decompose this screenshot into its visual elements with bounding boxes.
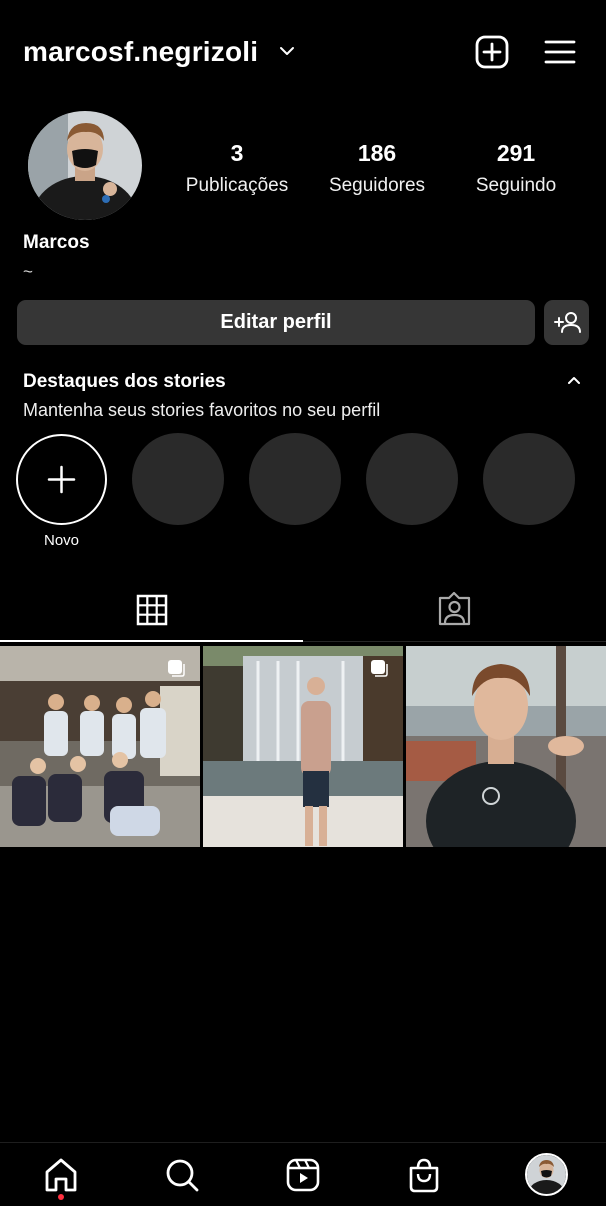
active-tab-indicator: [0, 640, 303, 642]
home-icon[interactable]: [41, 1155, 81, 1195]
following-count-label: Seguindo: [475, 175, 557, 196]
highlights-subtitle: Mantenha seus stories favoritos no seu p…: [23, 400, 381, 420]
followers-count-label: Seguidores: [328, 175, 426, 196]
tab-posts-grid[interactable]: [0, 580, 303, 642]
chevron-up-icon[interactable]: [567, 375, 581, 385]
posts-count-value: 3: [230, 140, 244, 166]
plus-square-icon[interactable]: [474, 34, 510, 70]
followers-count-value: 186: [357, 140, 397, 166]
tab-tagged[interactable]: [303, 580, 606, 642]
highlight-placeholder: [483, 433, 575, 525]
search-icon[interactable]: [162, 1155, 202, 1195]
profile-username[interactable]: marcosf.negrizoli: [23, 36, 258, 68]
reels-icon[interactable]: [283, 1155, 323, 1195]
chevron-down-icon[interactable]: [278, 44, 296, 58]
highlight-placeholder: [249, 433, 341, 525]
shopping-bag-icon[interactable]: [404, 1155, 444, 1195]
tagged-person-icon: [438, 591, 471, 626]
highlights-title: Destaques dos stories: [23, 371, 226, 392]
following-count-value: 291: [496, 140, 536, 166]
display-name: Marcos: [23, 232, 90, 253]
profile-header: marcosf.negrizoli: [0, 0, 606, 106]
posts-count: 3 Publicações: [167, 140, 307, 197]
discover-people-button[interactable]: [544, 300, 589, 345]
selfie-photo: [406, 646, 606, 847]
multiple-photos-icon: [168, 660, 185, 677]
post-thumbnail[interactable]: [406, 646, 606, 847]
followers-count[interactable]: 186 Seguidores: [307, 140, 447, 197]
new-highlight-label: Novo: [43, 532, 80, 549]
highlight-placeholder: [366, 433, 458, 525]
notification-dot: [58, 1194, 64, 1200]
add-person-icon: [554, 312, 581, 333]
post-thumbnail[interactable]: [0, 646, 200, 847]
highlight-placeholder: [132, 433, 224, 525]
profile-tabs: [0, 580, 606, 642]
plus-icon: [47, 465, 76, 494]
post-thumbnail[interactable]: [203, 646, 403, 847]
following-count[interactable]: 291 Seguindo: [446, 140, 586, 197]
profile-bio: ~: [23, 262, 33, 281]
multiple-photos-icon: [371, 660, 388, 677]
grid-icon: [136, 594, 168, 626]
bottom-navigation: [0, 1142, 606, 1206]
new-highlight-button[interactable]: [16, 434, 107, 525]
profile-avatar-nav[interactable]: [525, 1153, 568, 1196]
posts-grid: [0, 646, 606, 847]
posts-count-label: Publicações: [185, 175, 289, 196]
profile-avatar[interactable]: [28, 111, 142, 220]
edit-profile-button[interactable]: Editar perfil: [17, 300, 535, 345]
hamburger-menu-icon[interactable]: [542, 34, 578, 70]
